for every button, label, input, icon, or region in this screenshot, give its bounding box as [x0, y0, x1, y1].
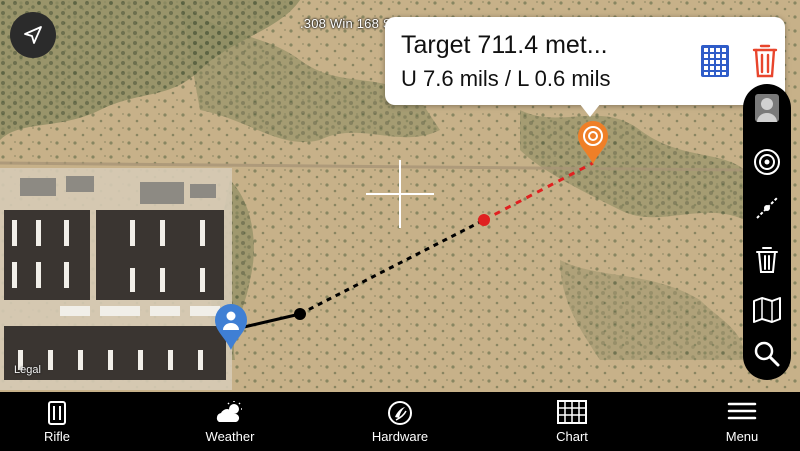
rifle-icon	[48, 401, 66, 425]
callout-pointer	[579, 103, 601, 117]
grid-calculator-icon[interactable]	[700, 44, 730, 78]
search-icon	[754, 341, 780, 367]
measure-tool[interactable]	[743, 188, 791, 228]
target-icon	[754, 149, 780, 175]
tab-label: Rifle	[43, 429, 70, 444]
shooter-tool[interactable]	[743, 88, 791, 128]
tab-rifle[interactable]: Rifle	[0, 392, 117, 451]
trash-icon[interactable]	[752, 42, 778, 78]
tab-hardware[interactable]: Hardware	[340, 392, 460, 451]
trajectory-midpoint	[294, 308, 306, 320]
clear-tool[interactable]	[743, 240, 791, 280]
map-toolbar	[743, 84, 791, 380]
chart-icon	[557, 400, 587, 424]
target-callout[interactable]: Target 711.4 met... U 7.6 mils / L 0.6 m…	[385, 17, 785, 105]
tab-label: Weather	[205, 429, 255, 444]
tab-label: Chart	[556, 429, 588, 444]
locate-button[interactable]	[10, 12, 56, 58]
map-view[interactable]: .308 Win 168 SMK HPBT Legal Target 711.4…	[0, 0, 800, 392]
ruler-icon	[756, 197, 778, 219]
search-tool[interactable]	[743, 334, 791, 374]
map-type-tool[interactable]	[743, 290, 791, 330]
tab-chart[interactable]: Chart	[512, 392, 632, 451]
menu-icon	[727, 402, 757, 420]
location-arrow-icon	[24, 26, 42, 44]
target-correction: U 7.6 mils / L 0.6 mils	[401, 66, 611, 91]
tab-label: Menu	[725, 429, 759, 444]
person-icon	[755, 94, 779, 122]
tab-weather[interactable]: Weather	[170, 392, 290, 451]
weather-icon	[216, 401, 242, 422]
tab-menu[interactable]: Menu	[682, 392, 800, 451]
tab-label: Hardware	[371, 429, 429, 444]
tab-bar: Rifle Weather Hardware Chart Menu	[0, 392, 800, 451]
trash-icon	[756, 247, 778, 273]
target-title: Target 711.4 met...	[401, 31, 608, 59]
trajectory-transition-point	[478, 214, 490, 226]
map-icon	[753, 297, 781, 323]
target-tool[interactable]	[743, 142, 791, 182]
hardware-icon	[388, 401, 412, 425]
legal-link[interactable]: Legal	[14, 364, 41, 376]
